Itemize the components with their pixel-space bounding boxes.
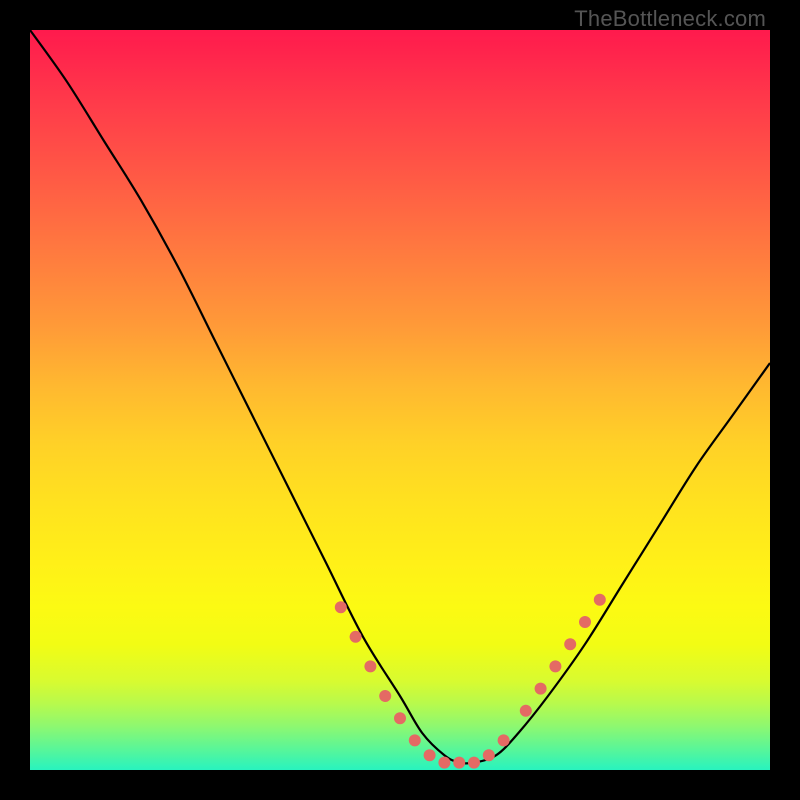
curve-marker bbox=[579, 616, 591, 628]
curve-marker bbox=[394, 712, 406, 724]
curve-marker bbox=[535, 683, 547, 695]
curve-marker bbox=[350, 631, 362, 643]
curve-marker bbox=[468, 757, 480, 769]
curve-marker bbox=[364, 660, 376, 672]
watermark-text: TheBottleneck.com bbox=[574, 6, 766, 32]
curve-marker bbox=[520, 705, 532, 717]
curve-marker bbox=[424, 749, 436, 761]
bottleneck-curve bbox=[30, 30, 770, 764]
curve-marker bbox=[453, 757, 465, 769]
plot-area bbox=[30, 30, 770, 770]
curve-marker bbox=[379, 690, 391, 702]
curve-marker bbox=[438, 757, 450, 769]
curve-marker bbox=[483, 749, 495, 761]
curve-marker bbox=[409, 734, 421, 746]
curve-marker bbox=[594, 594, 606, 606]
curve-marker bbox=[498, 734, 510, 746]
curve-marker bbox=[335, 601, 347, 613]
chart-frame: TheBottleneck.com bbox=[0, 0, 800, 800]
curve-layer bbox=[30, 30, 770, 770]
curve-marker bbox=[564, 638, 576, 650]
curve-marker bbox=[549, 660, 561, 672]
curve-markers bbox=[335, 594, 606, 769]
